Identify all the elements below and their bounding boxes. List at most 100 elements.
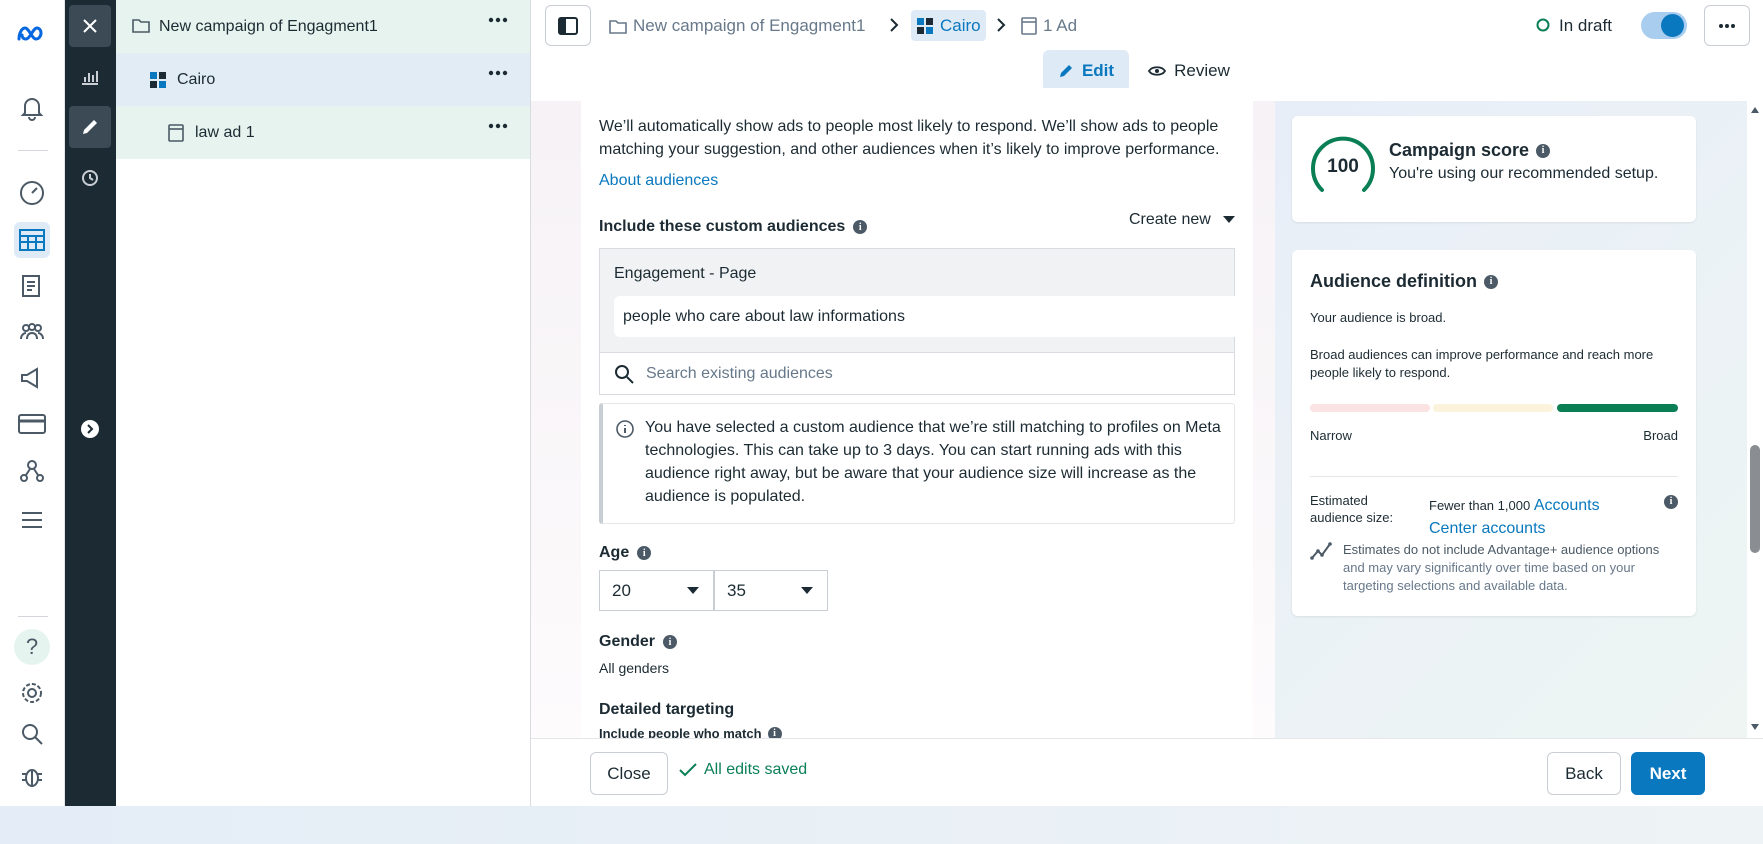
search-icon[interactable] bbox=[14, 716, 50, 752]
meta-logo-icon[interactable] bbox=[14, 16, 50, 52]
draft-status-text: In draft bbox=[1559, 16, 1612, 35]
audience-form: We’ll automatically show ads to people m… bbox=[581, 88, 1253, 738]
checkmark-icon bbox=[679, 763, 697, 777]
tree-ad-row[interactable]: law ad 1 bbox=[116, 106, 530, 159]
audiences-people-icon[interactable] bbox=[14, 314, 50, 350]
info-icon[interactable]: i bbox=[1536, 143, 1551, 158]
meter-broad-label: Broad bbox=[1643, 428, 1678, 443]
estimate-disclaimer: Estimates do not include Advantage+ audi… bbox=[1343, 542, 1660, 593]
help-question-icon[interactable]: ? bbox=[14, 629, 50, 665]
audience-size-value: Fewer than 1,000 Accounts Center account… bbox=[1429, 497, 1600, 537]
meter-mid-segment bbox=[1433, 404, 1553, 412]
gender-value[interactable]: All genders bbox=[599, 660, 669, 676]
adset-more-options-icon[interactable] bbox=[488, 70, 508, 76]
scroll-down-arrow-icon bbox=[1751, 724, 1759, 730]
campaign-tree-panel: New campaign of Engagment1 Cairo law ad … bbox=[116, 0, 531, 806]
campaign-score-card: 100 Campaign score i You're using our re… bbox=[1292, 116, 1696, 222]
info-icon[interactable]: i bbox=[767, 726, 782, 738]
caret-down-icon bbox=[687, 587, 699, 594]
status-ring-icon bbox=[1536, 18, 1550, 32]
score-title: Campaign score i bbox=[1389, 140, 1551, 161]
top-bar: New campaign of Engagment1 Cairo 1 Ad In… bbox=[531, 0, 1763, 101]
info-circle-icon bbox=[615, 419, 635, 439]
info-icon[interactable]: i bbox=[663, 635, 678, 649]
tree-ad-label: law ad 1 bbox=[195, 124, 255, 141]
dashboard-gauge-icon[interactable] bbox=[14, 175, 50, 211]
back-button[interactable]: Back bbox=[1547, 752, 1621, 795]
save-status: All edits saved bbox=[679, 761, 807, 779]
breadcrumb-campaign[interactable]: New campaign of Engagment1 bbox=[609, 12, 865, 40]
info-icon[interactable]: i bbox=[853, 220, 868, 234]
folder-icon bbox=[132, 17, 150, 33]
age-label: Age i bbox=[599, 544, 652, 562]
ad-frame-icon bbox=[168, 124, 184, 142]
close-button[interactable]: Close bbox=[590, 752, 668, 795]
audience-chip[interactable]: people who care about law informations bbox=[614, 296, 1239, 337]
business-network-icon[interactable] bbox=[14, 452, 50, 488]
detailed-targeting-label: Detailed targeting bbox=[599, 701, 735, 718]
chevron-right-icon bbox=[996, 17, 1006, 33]
notifications-bell-icon[interactable] bbox=[14, 90, 50, 126]
trend-line-icon bbox=[1310, 542, 1332, 560]
caret-down-icon bbox=[801, 587, 813, 594]
more-options-button[interactable] bbox=[1704, 5, 1750, 46]
search-audiences-input[interactable]: Search existing audiences bbox=[599, 352, 1235, 395]
meter-broad-segment bbox=[1557, 404, 1678, 412]
tab-edit[interactable]: Edit bbox=[1043, 50, 1129, 92]
search-icon bbox=[615, 364, 634, 384]
detailed-targeting-sub: Include people who match i bbox=[599, 726, 782, 738]
engagement-group-label: Engagement - Page bbox=[614, 265, 757, 282]
selected-audiences-box: Engagement - Page people who care about … bbox=[599, 248, 1239, 352]
caret-down-icon bbox=[1222, 216, 1235, 223]
audience-definition-title: Audience definition i bbox=[1310, 271, 1499, 292]
info-icon[interactable]: i bbox=[1484, 274, 1499, 289]
publish-toggle[interactable] bbox=[1641, 12, 1687, 39]
charts-bar-icon[interactable] bbox=[69, 56, 111, 98]
catalog-pages-icon[interactable] bbox=[14, 268, 50, 304]
settings-gear-icon[interactable] bbox=[14, 675, 50, 711]
billing-card-icon[interactable] bbox=[14, 406, 50, 442]
info-icon[interactable]: i bbox=[637, 546, 652, 560]
ads-manager-table-icon[interactable] bbox=[14, 222, 50, 258]
close-editor-icon[interactable] bbox=[69, 5, 111, 47]
ad-more-options-icon[interactable] bbox=[488, 123, 508, 129]
breadcrumb-adset[interactable]: Cairo bbox=[911, 10, 986, 41]
editor-tools-strip bbox=[65, 0, 116, 806]
report-bug-icon[interactable] bbox=[14, 758, 50, 794]
edit-pencil-icon bbox=[1059, 65, 1072, 77]
scrollbar-thumb[interactable] bbox=[1750, 445, 1760, 553]
age-min-select[interactable]: 20 bbox=[599, 570, 714, 611]
tree-adset-label: Cairo bbox=[177, 71, 216, 88]
toggle-panel-button[interactable] bbox=[545, 5, 591, 46]
matching-notice: You have selected a custom audience that… bbox=[599, 403, 1235, 524]
info-icon[interactable]: i bbox=[1664, 491, 1678, 509]
breadcrumb-ad[interactable]: 1 Ad bbox=[1021, 12, 1077, 40]
tree-campaign-row[interactable]: New campaign of Engagment1 bbox=[116, 0, 530, 53]
campaign-more-options-icon[interactable] bbox=[488, 17, 508, 23]
next-button[interactable]: Next bbox=[1631, 752, 1705, 795]
notice-text: You have selected a custom audience that… bbox=[645, 419, 1221, 505]
edit-pencil-icon[interactable] bbox=[69, 106, 111, 148]
tab-review[interactable]: Review bbox=[1141, 50, 1237, 92]
campaigns-megaphone-icon[interactable] bbox=[14, 360, 50, 396]
expand-chevron-icon[interactable] bbox=[69, 408, 111, 450]
footer-bar: Close All edits saved Back Next bbox=[531, 738, 1763, 806]
audience-definition-card: Audience definition i Your audience is b… bbox=[1292, 250, 1696, 616]
score-description: You're using our recommended setup. bbox=[1389, 165, 1659, 182]
history-clock-icon[interactable] bbox=[69, 157, 111, 199]
create-new-dropdown[interactable]: Create new bbox=[1129, 211, 1235, 229]
broad-description: Broad audiences can improve performance … bbox=[1310, 347, 1654, 380]
page-scrollbar[interactable] bbox=[1747, 101, 1763, 738]
meter-narrow-segment bbox=[1310, 404, 1430, 412]
chevron-right-icon bbox=[889, 17, 899, 33]
broad-status-text: Your audience is broad. bbox=[1310, 310, 1447, 325]
scroll-up-arrow-icon bbox=[1751, 107, 1759, 113]
adset-grid-icon bbox=[149, 71, 167, 89]
age-max-select[interactable]: 35 bbox=[714, 570, 828, 611]
left-nav-rail: ? bbox=[0, 0, 65, 806]
about-audiences-link[interactable]: About audiences bbox=[599, 172, 718, 190]
gender-label: Gender i bbox=[599, 633, 678, 651]
score-value: 100 bbox=[1327, 156, 1359, 177]
tree-adset-row[interactable]: Cairo bbox=[116, 53, 530, 106]
all-tools-menu-icon[interactable] bbox=[14, 502, 50, 538]
